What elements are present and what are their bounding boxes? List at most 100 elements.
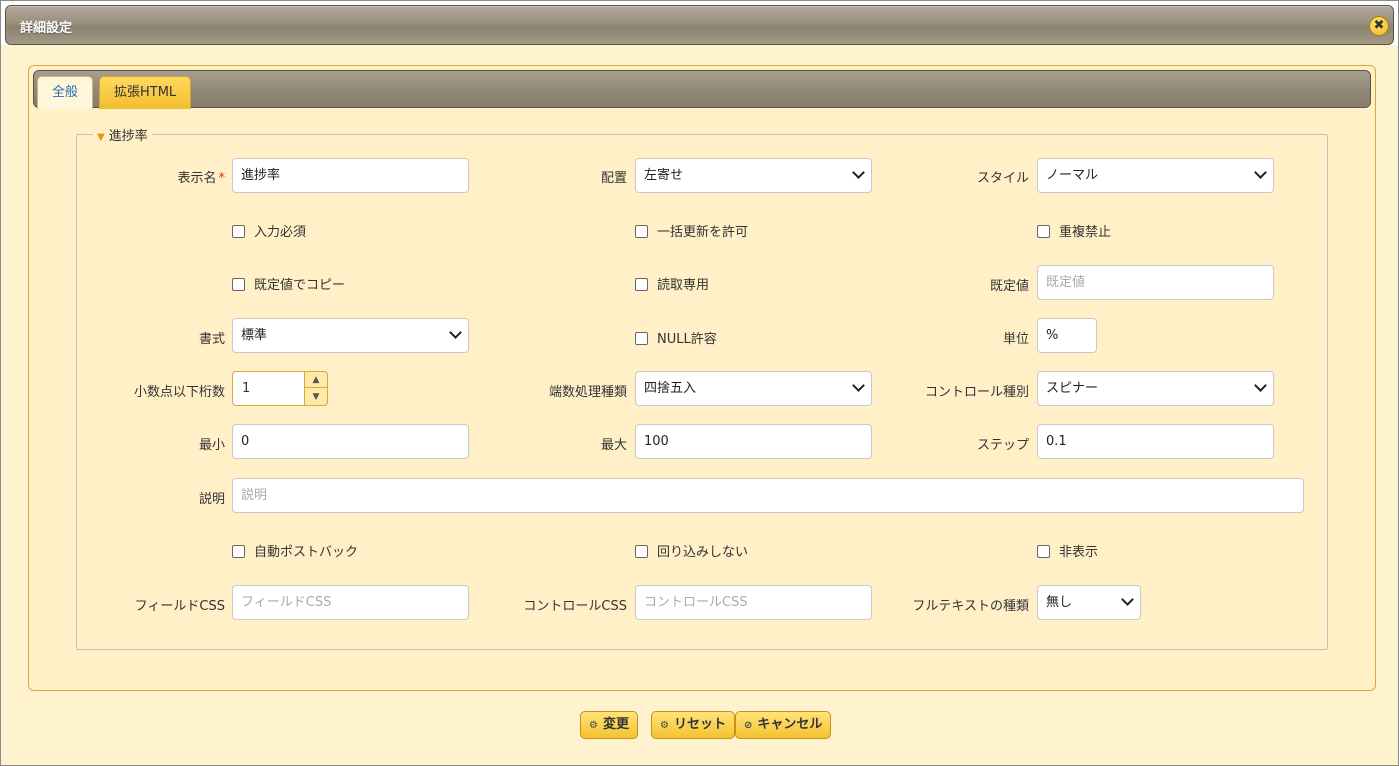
reset-button[interactable]: ⚙ リセット <box>651 711 735 739</box>
style-value: ノーマル <box>1046 168 1099 183</box>
description-label: 説明 <box>198 492 225 507</box>
hidden-checkbox[interactable]: 非表示 <box>1037 541 1098 560</box>
min-value: 0 <box>241 434 250 449</box>
default-value-label: 既定値 <box>989 279 1029 294</box>
format-value: 標準 <box>241 328 268 343</box>
copy-with-default-label: 既定値でコピー <box>254 278 346 293</box>
fulltext-type-label: フルテキストの種類 <box>912 599 1029 614</box>
tab-general[interactable]: 全般 <box>37 76 94 109</box>
control-type-label: コントロール種別 <box>924 385 1029 400</box>
decimal-places-spinner[interactable]: 1 ▲ ▼ <box>232 371 328 406</box>
tab-panel: 全般 拡張HTML ▼ 進捗率 表示名 * 進捗率 配置 左寄せ スタイル ノー… <box>28 65 1376 691</box>
max-label: 最大 <box>600 438 627 453</box>
caret-down-icon: ▼ <box>97 132 105 143</box>
hidden-label: 非表示 <box>1059 545 1099 560</box>
alignment-value: 左寄せ <box>644 168 684 183</box>
description-input[interactable] <box>232 478 1304 513</box>
cancel-button-label: キャンセル <box>757 717 823 732</box>
change-button[interactable]: ⚙ 変更 <box>580 711 638 739</box>
format-label: 書式 <box>198 332 225 347</box>
checkbox-box[interactable] <box>635 225 648 238</box>
alignment-label: 配置 <box>600 171 627 186</box>
control-css-input[interactable] <box>635 585 872 620</box>
dialog-titlebar[interactable]: 詳細設定 ✖ <box>5 5 1394 45</box>
unit-value: % <box>1046 328 1059 343</box>
checkbox-box[interactable] <box>635 278 648 291</box>
checkbox-box[interactable] <box>1037 545 1050 558</box>
dialog-title: 詳細設定 <box>20 21 73 36</box>
spinner-buttons: ▲ ▼ <box>304 371 328 406</box>
auto-postback-checkbox[interactable]: 自動ポストバック <box>232 541 358 560</box>
progress-rate-fieldset: ▼ 進捗率 表示名 * 進捗率 配置 左寄せ スタイル ノーマル 入力必須 一括… <box>76 125 1328 650</box>
decimal-places-value: 1 <box>242 381 251 396</box>
max-input[interactable]: 100 <box>635 424 872 459</box>
format-select[interactable]: 標準 <box>232 318 469 353</box>
unit-input[interactable]: % <box>1037 318 1097 353</box>
checkbox-box[interactable] <box>635 332 648 345</box>
control-type-select[interactable]: スピナー <box>1037 371 1274 406</box>
fulltext-type-value: 無し <box>1046 595 1073 610</box>
spinner-up-icon[interactable]: ▲ <box>305 372 327 388</box>
checkbox-box[interactable] <box>1037 225 1050 238</box>
chevron-down-icon <box>1254 379 1267 392</box>
fieldset-legend-text: 進捗率 <box>108 129 148 144</box>
no-wrap-label: 回り込みしない <box>657 545 749 560</box>
spinner-down-icon[interactable]: ▼ <box>305 389 327 405</box>
fieldset-legend[interactable]: ▼ 進捗率 <box>93 125 152 144</box>
no-wrap-checkbox[interactable]: 回り込みしない <box>635 541 748 560</box>
tab-extended-html[interactable]: 拡張HTML <box>99 76 192 109</box>
max-value: 100 <box>644 434 669 449</box>
required-input-checkbox[interactable]: 入力必須 <box>232 221 306 240</box>
cancel-button[interactable]: ⊘ キャンセル <box>735 711 832 739</box>
field-css-input[interactable] <box>232 585 469 620</box>
checkbox-box[interactable] <box>232 225 245 238</box>
rounding-type-label: 端数処理種類 <box>548 385 627 400</box>
style-select[interactable]: ノーマル <box>1037 158 1274 193</box>
step-value: 0.1 <box>1046 434 1067 449</box>
reset-button-label: リセット <box>673 717 726 732</box>
default-value-input[interactable] <box>1037 265 1274 300</box>
required-mark: * <box>218 171 226 186</box>
close-icon[interactable]: ✖ <box>1369 16 1389 36</box>
auto-postback-label: 自動ポストバック <box>254 545 359 560</box>
alignment-select[interactable]: 左寄せ <box>635 158 872 193</box>
checkbox-box[interactable] <box>635 545 648 558</box>
min-label: 最小 <box>198 438 225 453</box>
chevron-down-icon <box>449 326 462 339</box>
display-name-label: 表示名 * <box>77 167 225 186</box>
cancel-icon: ⊘ <box>744 720 753 731</box>
chevron-down-icon <box>852 166 865 179</box>
display-name-input[interactable]: 進捗率 <box>232 158 469 193</box>
allow-null-checkbox[interactable]: NULL許容 <box>635 328 717 347</box>
no-duplicates-label: 重複禁止 <box>1059 225 1112 240</box>
change-button-label: 変更 <box>602 717 629 732</box>
control-css-label: コントロールCSS <box>523 599 627 614</box>
rounding-type-select[interactable]: 四捨五入 <box>635 371 872 406</box>
decimal-places-label: 小数点以下桁数 <box>133 385 225 400</box>
copy-with-default-checkbox[interactable]: 既定値でコピー <box>232 274 345 293</box>
chevron-down-icon <box>1254 166 1267 179</box>
unit-label: 単位 <box>1002 332 1029 347</box>
display-name-value: 進捗率 <box>241 168 281 183</box>
allow-bulk-update-checkbox[interactable]: 一括更新を許可 <box>635 221 748 240</box>
display-name-label-text: 表示名 <box>177 171 217 186</box>
advanced-settings-dialog: 詳細設定 ✖ 全般 拡張HTML ▼ 進捗率 表示名 * 進捗率 配置 左寄せ … <box>0 0 1399 766</box>
min-input[interactable]: 0 <box>232 424 469 459</box>
chevron-down-icon <box>1121 593 1134 606</box>
gear-icon: ⚙ <box>660 720 669 731</box>
fulltext-type-select[interactable]: 無し <box>1037 585 1141 620</box>
read-only-checkbox[interactable]: 読取専用 <box>635 274 709 293</box>
rounding-type-value: 四捨五入 <box>644 381 697 396</box>
field-css-label: フィールドCSS <box>134 599 225 614</box>
style-label: スタイル <box>976 171 1029 186</box>
gear-icon: ⚙ <box>589 720 598 731</box>
tab-bar: 全般 拡張HTML <box>33 70 1371 109</box>
allow-null-label: NULL許容 <box>657 332 717 347</box>
control-type-value: スピナー <box>1046 381 1099 396</box>
step-input[interactable]: 0.1 <box>1037 424 1274 459</box>
required-input-label: 入力必須 <box>254 225 307 240</box>
checkbox-box[interactable] <box>232 545 245 558</box>
checkbox-box[interactable] <box>232 278 245 291</box>
no-duplicates-checkbox[interactable]: 重複禁止 <box>1037 221 1111 240</box>
read-only-label: 読取専用 <box>657 278 710 293</box>
